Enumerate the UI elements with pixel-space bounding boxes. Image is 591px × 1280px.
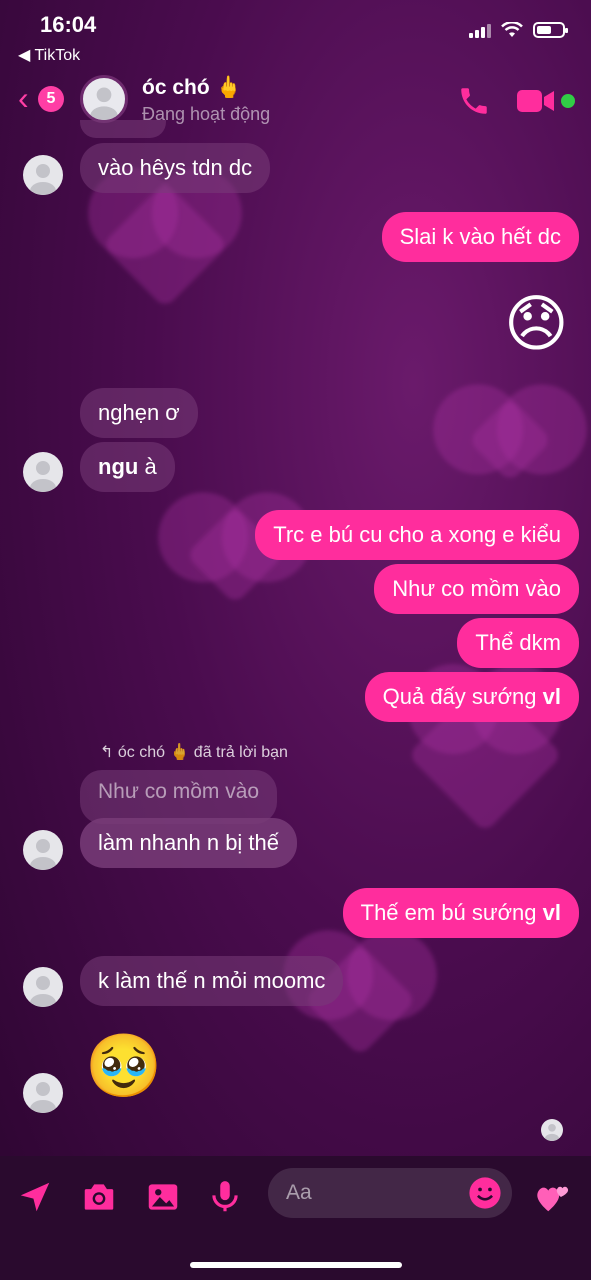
outgoing-message[interactable]: Thế em bú sướng vl xyxy=(342,888,579,938)
battery-icon xyxy=(533,22,568,38)
system-icons xyxy=(469,22,568,38)
outgoing-emoji-message[interactable]: 😞 xyxy=(504,294,569,356)
video-call-icon[interactable] xyxy=(517,88,555,114)
home-indicator xyxy=(190,1262,402,1268)
outgoing-message[interactable]: Slai k vào hết dc xyxy=(381,212,579,262)
signal-icon xyxy=(469,22,491,38)
incoming-message[interactable]: ngu à xyxy=(80,442,175,492)
quoted-message[interactable]: Như co mồm vào xyxy=(80,770,278,824)
background-heart xyxy=(101,181,229,309)
reply-indicator: ↰ óc chó 🖕 đã trả lời bạn xyxy=(100,744,288,761)
unread-count-badge[interactable]: 5 xyxy=(38,86,64,112)
back-chevron-icon[interactable]: ‹ xyxy=(18,82,29,114)
online-indicator xyxy=(561,94,575,108)
send-location-icon[interactable] xyxy=(16,1178,54,1216)
incoming-message[interactable]: làm nhanh n bị thế xyxy=(80,818,298,868)
gallery-icon[interactable] xyxy=(144,1178,182,1216)
contact-name[interactable]: óc chó 🖕 xyxy=(142,76,242,100)
background-heart xyxy=(467,397,553,483)
emoji-icon[interactable] xyxy=(468,1176,502,1210)
contact-avatar-small[interactable] xyxy=(23,155,63,195)
clock: 16:04 xyxy=(40,12,97,37)
microphone-icon[interactable] xyxy=(206,1178,244,1216)
wifi-icon xyxy=(501,22,523,37)
incoming-emoji-message[interactable]: 🥹 xyxy=(85,1036,162,1098)
partial-message-bubble xyxy=(80,120,166,138)
contact-avatar-small[interactable] xyxy=(23,1073,63,1113)
contact-avatar-small[interactable] xyxy=(23,967,63,1007)
outgoing-message[interactable]: Thể dkm xyxy=(457,618,579,668)
message-input[interactable] xyxy=(286,1178,456,1208)
contact-avatar[interactable] xyxy=(80,75,128,123)
composer-bar xyxy=(0,1156,591,1280)
outgoing-message[interactable]: Quả đấy sướng vl xyxy=(364,672,579,722)
seen-indicator-avatar xyxy=(541,1119,563,1141)
outgoing-message[interactable]: Như co mồm vào xyxy=(374,564,579,614)
contact-avatar-small[interactable] xyxy=(23,830,63,870)
incoming-message[interactable]: k làm thế n mỏi moomc xyxy=(80,956,344,1006)
incoming-message[interactable]: nghẹn ơ xyxy=(80,388,198,438)
phone-call-icon[interactable] xyxy=(457,84,491,118)
back-to-app-link[interactable]: ◀ TikTok xyxy=(18,45,80,65)
outgoing-message[interactable]: Trc e bú cu cho a xong e kiểu xyxy=(255,510,579,560)
camera-icon[interactable] xyxy=(80,1178,118,1216)
message-composer xyxy=(268,1168,512,1218)
heart-icon[interactable] xyxy=(534,1178,572,1216)
incoming-message[interactable]: vào hêys tdn dc xyxy=(80,143,271,193)
status-bar: 16:04 ◀ TikTok xyxy=(0,0,591,70)
contact-avatar-small[interactable] xyxy=(23,452,63,492)
